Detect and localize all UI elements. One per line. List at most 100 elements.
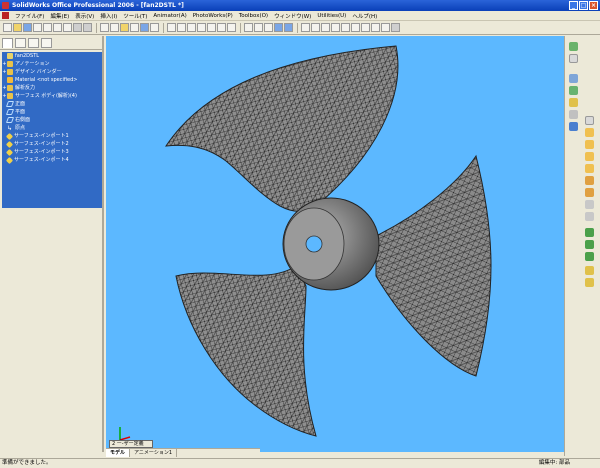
isometric-view-icon[interactable] <box>381 23 390 32</box>
menu-help[interactable]: ヘルプ(H) <box>349 12 380 20</box>
task-pane-appearance-icon[interactable] <box>569 122 578 131</box>
tree-item-surface-import-1[interactable]: サーフェス-インポート1 <box>2 132 102 140</box>
cut-icon[interactable] <box>43 23 52 32</box>
print-icon[interactable] <box>33 23 42 32</box>
pattern-icon[interactable] <box>585 228 594 237</box>
shaded-with-edges-icon[interactable] <box>274 23 283 32</box>
circular-pattern-icon[interactable] <box>585 252 594 261</box>
menu-window[interactable]: ウィンドウ(W) <box>271 12 314 20</box>
app-menu-icon[interactable] <box>2 12 9 19</box>
previous-view-icon[interactable] <box>167 23 176 32</box>
task-pane-explorer-icon[interactable] <box>569 86 578 95</box>
task-pane-search-icon[interactable] <box>569 98 578 107</box>
tab-model[interactable]: モデル <box>106 448 131 457</box>
reference-geometry-icon[interactable] <box>585 266 594 275</box>
tree-item-annotations[interactable]: + アノテーション <box>2 60 102 68</box>
sweep-icon[interactable] <box>585 152 594 161</box>
feature-manager-tab-icon[interactable] <box>2 37 13 48</box>
menu-file[interactable]: ファイル(F) <box>12 12 47 20</box>
options-icon[interactable] <box>120 23 129 32</box>
tree-item-surface-import-3[interactable]: サーフェス-インポート3 <box>2 148 102 156</box>
tree-item-solid-bodies[interactable]: + 解析反力 <box>2 84 102 92</box>
menu-insert[interactable]: 挿入(I) <box>97 12 120 20</box>
property-manager-tab-icon[interactable] <box>15 37 26 48</box>
fillet-icon[interactable] <box>585 176 594 185</box>
curves-icon[interactable] <box>585 278 594 287</box>
revolve-icon[interactable] <box>585 140 594 149</box>
paste-icon[interactable] <box>63 23 72 32</box>
configuration-manager-tab-icon[interactable] <box>28 37 39 48</box>
tree-item-front-plane[interactable]: 正面 <box>2 100 102 108</box>
wireframe-icon[interactable] <box>244 23 253 32</box>
tree-item-design-binder[interactable]: + デザイン バインダー <box>2 68 102 76</box>
bottom-view-icon[interactable] <box>371 23 380 32</box>
zoom-fit-icon[interactable] <box>177 23 186 32</box>
menu-edit[interactable]: 編集(E) <box>47 12 72 20</box>
save-icon[interactable] <box>23 23 32 32</box>
hidden-lines-removed-icon[interactable] <box>264 23 273 32</box>
tree-item-material[interactable]: Material <not specified> <box>2 76 102 84</box>
minimize-button[interactable]: _ <box>569 1 578 10</box>
grid-icon[interactable] <box>130 23 139 32</box>
top-view-icon[interactable] <box>361 23 370 32</box>
section-view-icon[interactable] <box>311 23 320 32</box>
model-status-chip[interactable]: 2 ー-ザー定義 <box>109 440 153 448</box>
tab-animation-1[interactable]: アニメーション1 <box>130 448 177 457</box>
right-view-icon[interactable] <box>351 23 360 32</box>
tree-item-right-plane[interactable]: 右側面 <box>2 116 102 124</box>
sketch-icon[interactable] <box>140 23 149 32</box>
chamfer-icon[interactable] <box>585 188 594 197</box>
front-view-icon[interactable] <box>321 23 330 32</box>
open-file-icon[interactable] <box>13 23 22 32</box>
back-view-icon[interactable] <box>331 23 340 32</box>
undo-icon[interactable] <box>73 23 82 32</box>
task-pane-home-icon[interactable] <box>569 42 578 51</box>
zoom-area-icon[interactable] <box>187 23 196 32</box>
tree-item-surface-import-2[interactable]: サーフェス-インポート2 <box>2 140 102 148</box>
graphics-area[interactable] <box>106 36 564 452</box>
zoom-selection-icon[interactable] <box>207 23 216 32</box>
zoom-in-out-icon[interactable] <box>197 23 206 32</box>
help-icon[interactable] <box>150 23 159 32</box>
pan-icon[interactable] <box>227 23 236 32</box>
maximize-button[interactable]: □ <box>579 1 588 10</box>
view-orientation-icon[interactable] <box>301 23 310 32</box>
extrude-icon[interactable] <box>585 128 594 137</box>
tree-root[interactable]: fan2DSTL <box>2 52 102 60</box>
menu-tools[interactable]: ツール(T) <box>120 12 150 20</box>
normal-to-icon[interactable] <box>391 23 400 32</box>
tree-item-label: Material <not specified> <box>15 77 78 83</box>
menu-photoworks[interactable]: PhotoWorks(P) <box>190 13 236 19</box>
copy-icon[interactable] <box>53 23 62 32</box>
tree-item-surface-bodies[interactable]: + サーフェス ボディ(解析)(4) <box>2 92 102 100</box>
mirror-icon[interactable] <box>585 240 594 249</box>
tree-item-top-plane[interactable]: 平面 <box>2 108 102 116</box>
menu-toolbox[interactable]: Toolbox(O) <box>236 13 271 19</box>
shell-icon[interactable] <box>585 200 594 209</box>
redo-icon[interactable] <box>83 23 92 32</box>
hidden-lines-visible-icon[interactable] <box>254 23 263 32</box>
origin-icon: ↳ <box>7 125 13 132</box>
new-file-icon[interactable] <box>3 23 12 32</box>
task-pane-resources-icon[interactable] <box>569 54 578 63</box>
tree-item-surface-import-4[interactable]: サーフェス-インポート4 <box>2 156 102 164</box>
select-icon[interactable] <box>100 23 109 32</box>
close-button[interactable]: × <box>589 1 598 10</box>
draft-icon[interactable] <box>585 212 594 221</box>
tree-item-origin[interactable]: ↳ 原点 <box>2 124 102 132</box>
photoworks-tab-icon[interactable] <box>41 37 52 48</box>
fan-model[interactable] <box>106 36 564 452</box>
menu-view[interactable]: 表示(V) <box>72 12 97 20</box>
design-binder-icon <box>7 69 13 75</box>
task-pane-library-icon[interactable] <box>569 74 578 83</box>
rotate-view-icon[interactable] <box>217 23 226 32</box>
left-view-icon[interactable] <box>341 23 350 32</box>
loft-icon[interactable] <box>585 164 594 173</box>
window-title-bar[interactable]: SolidWorks Office Professional 2006 - [f… <box>0 0 600 11</box>
task-pane-view-palette-icon[interactable] <box>569 110 578 119</box>
rebuild-icon[interactable] <box>110 23 119 32</box>
features-toolbar-icon[interactable] <box>585 116 594 125</box>
menu-utilities[interactable]: Utilities(U) <box>314 13 349 19</box>
menu-animator[interactable]: Animator(A) <box>150 13 189 19</box>
shaded-icon[interactable] <box>284 23 293 32</box>
